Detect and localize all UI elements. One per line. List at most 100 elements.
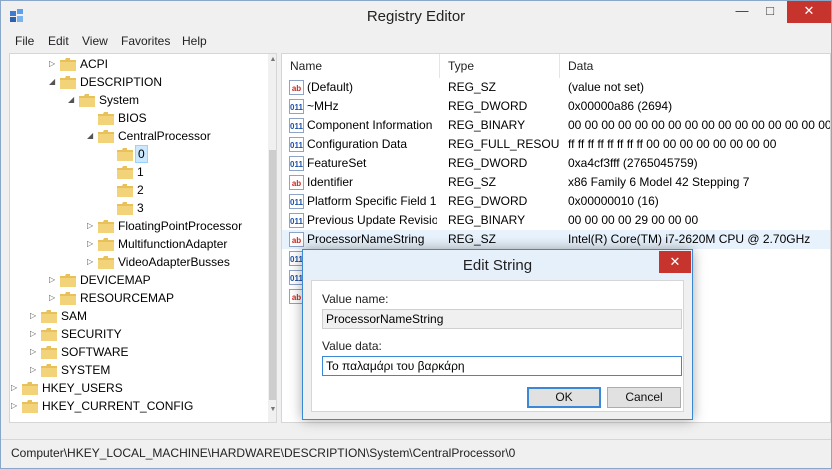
value-row[interactable]: 011 Configuration Data REG_FULL_RESOU... ff… bbox=[282, 135, 830, 154]
string-value-icon: ab bbox=[289, 80, 304, 95]
scroll-up-arrow-icon[interactable]: ▲ bbox=[268, 56, 276, 68]
value-row[interactable]: 011 ~MHz REG_DWORD 0x00000a86 (2694) bbox=[282, 97, 830, 116]
menu-favorites[interactable]: Favorites bbox=[121, 34, 170, 48]
folder-icon bbox=[41, 310, 57, 323]
tree-item-label: RESOURCEMAP bbox=[80, 291, 175, 305]
tree-item[interactable]: ◢ CentralProcessor bbox=[10, 127, 266, 145]
expand-arrow-icon[interactable]: ▷ bbox=[49, 55, 59, 73]
binary-value-icon: 011 bbox=[289, 213, 304, 228]
column-header-data[interactable]: Data bbox=[560, 54, 830, 78]
tree-item[interactable]: ▷ FloatingPointProcessor bbox=[10, 217, 266, 235]
folder-icon bbox=[79, 94, 95, 107]
expand-arrow-icon[interactable]: ▷ bbox=[30, 325, 40, 343]
folder-icon bbox=[98, 238, 114, 251]
value-type-cell: REG_BINARY bbox=[448, 118, 526, 132]
tree-item[interactable]: 0 bbox=[10, 145, 266, 163]
expand-arrow-icon[interactable]: ▷ bbox=[87, 217, 97, 235]
column-header-name[interactable]: Name bbox=[282, 54, 440, 78]
window-title: Registry Editor bbox=[366, 8, 466, 25]
tree-item-label: FloatingPointProcessor bbox=[118, 219, 243, 233]
key-tree-pane[interactable]: ▷ ACPI ◢ DESCRIPTION ◢ System BIOS ◢ CentralProc… bbox=[9, 53, 277, 423]
dialog-close-button[interactable]: ✕ bbox=[659, 251, 691, 273]
tree-item[interactable]: ▷ SYSTEM bbox=[10, 361, 266, 379]
close-button[interactable]: ✕ bbox=[787, 1, 831, 23]
folder-icon bbox=[117, 202, 133, 215]
value-type-cell: REG_DWORD bbox=[448, 194, 528, 208]
value-data-cell: ff ff ff ff ff ff ff ff 00 00 00 00 00 0… bbox=[568, 137, 777, 151]
expand-arrow-icon[interactable]: ▷ bbox=[30, 307, 40, 325]
folder-icon bbox=[117, 148, 133, 161]
folder-icon bbox=[22, 382, 38, 395]
tree-item-label: SYSTEM bbox=[61, 363, 111, 377]
dialog-title-bar[interactable]: Edit String ✕ bbox=[303, 250, 692, 280]
tree-item[interactable]: ▷ DEVICEMAP bbox=[10, 271, 266, 289]
binary-value-icon: 011 bbox=[289, 137, 304, 152]
expand-arrow-icon[interactable]: ▷ bbox=[30, 361, 40, 379]
value-type-cell: REG_SZ bbox=[448, 80, 497, 94]
folder-icon bbox=[60, 58, 76, 71]
tree-item[interactable]: ▷ RESOURCEMAP bbox=[10, 289, 266, 307]
value-type-cell: REG_SZ bbox=[448, 232, 497, 246]
value-data-cell: 00 00 00 00 00 00 00 00 00 00 00 00 00 0… bbox=[568, 118, 830, 132]
tree-item[interactable]: ▷ SECURITY bbox=[10, 325, 266, 343]
tree-item[interactable]: ◢ System bbox=[10, 91, 266, 109]
menu-view[interactable]: View bbox=[82, 34, 108, 48]
expand-arrow-icon[interactable]: ▷ bbox=[11, 397, 21, 415]
collapse-arrow-icon[interactable]: ◢ bbox=[87, 127, 97, 145]
collapse-arrow-icon[interactable]: ◢ bbox=[68, 91, 78, 109]
expand-arrow-icon[interactable]: ▷ bbox=[49, 271, 59, 289]
value-row[interactable]: 011 Platform Specific Field 1 REG_DWORD 0x0… bbox=[282, 192, 830, 211]
maximize-button[interactable]: □ bbox=[757, 1, 783, 23]
string-value-icon: ab bbox=[289, 175, 304, 190]
value-type-cell: REG_DWORD bbox=[448, 99, 528, 113]
tree-item-label: SAM bbox=[61, 309, 88, 323]
expand-arrow-icon[interactable]: ▷ bbox=[87, 253, 97, 271]
tree-item[interactable]: ▷ HKEY_CURRENT_CONFIG bbox=[10, 397, 266, 415]
expand-arrow-icon[interactable]: ▷ bbox=[87, 235, 97, 253]
value-data-cell: 0xa4cf3fff (2765045759) bbox=[568, 156, 698, 170]
folder-icon bbox=[60, 76, 76, 89]
tree-item[interactable]: 2 bbox=[10, 181, 266, 199]
folder-icon bbox=[98, 256, 114, 269]
tree-item[interactable]: ◢ DESCRIPTION bbox=[10, 73, 266, 91]
value-row[interactable]: 011 Previous Update Revision REG_BINARY 00 … bbox=[282, 211, 830, 230]
tree-item[interactable]: ▷ SOFTWARE bbox=[10, 343, 266, 361]
value-row[interactable]: ab (Default) REG_SZ (value not set) bbox=[282, 78, 830, 97]
menu-edit[interactable]: Edit bbox=[48, 34, 69, 48]
collapse-arrow-icon[interactable]: ◢ bbox=[49, 73, 59, 91]
value-row[interactable]: ab ProcessorNameString REG_SZ Intel(R) Core… bbox=[282, 230, 830, 249]
value-data-cell: 0x00000a86 (2694) bbox=[568, 99, 673, 113]
menu-file[interactable]: File bbox=[15, 34, 34, 48]
tree-item[interactable]: ▷ SAM bbox=[10, 307, 266, 325]
value-row[interactable]: 011 Component Information REG_BINARY 00 00 … bbox=[282, 116, 830, 135]
expand-arrow-icon[interactable]: ▷ bbox=[49, 289, 59, 307]
tree-item-label: 2 bbox=[137, 183, 144, 197]
tree-item[interactable]: BIOS bbox=[10, 109, 266, 127]
tree-item[interactable]: ▷ MultifunctionAdapter bbox=[10, 235, 266, 253]
value-name-field[interactable] bbox=[322, 309, 682, 329]
tree-item[interactable]: ▷ ACPI bbox=[10, 55, 266, 73]
tree-item[interactable]: ▷ VideoAdapterBusses bbox=[10, 253, 266, 271]
title-bar[interactable]: Registry Editor — □ ✕ bbox=[1, 1, 831, 31]
tree-item[interactable]: 3 bbox=[10, 199, 266, 217]
tree-item[interactable]: ▷ HKEY_USERS bbox=[10, 379, 266, 397]
scrollbar-thumb[interactable] bbox=[269, 150, 276, 400]
ok-button[interactable]: OK bbox=[527, 387, 601, 408]
expand-arrow-icon[interactable]: ▷ bbox=[30, 343, 40, 361]
tree-item[interactable]: 1 bbox=[10, 163, 266, 181]
column-header-type[interactable]: Type bbox=[440, 54, 560, 78]
value-row[interactable]: 011 FeatureSet REG_DWORD 0xa4cf3fff (276504… bbox=[282, 154, 830, 173]
value-data-field[interactable] bbox=[322, 356, 682, 376]
status-key-path: Computer\HKEY_LOCAL_MACHINE\HARDWARE\DES… bbox=[11, 446, 516, 460]
binary-value-icon: 011 bbox=[289, 99, 304, 114]
menu-help[interactable]: Help bbox=[182, 34, 207, 48]
value-name-cell: Platform Specific Field 1 bbox=[307, 194, 437, 208]
scroll-down-arrow-icon[interactable]: ▼ bbox=[268, 406, 276, 418]
tree-vertical-scrollbar[interactable]: ▲ ▼ bbox=[268, 54, 276, 422]
binary-value-icon: 011 bbox=[289, 156, 304, 171]
cancel-button[interactable]: Cancel bbox=[607, 387, 681, 408]
value-data-cell: (value not set) bbox=[568, 80, 645, 94]
minimize-button[interactable]: — bbox=[729, 1, 755, 23]
expand-arrow-icon[interactable]: ▷ bbox=[11, 379, 21, 397]
value-row[interactable]: ab Identifier REG_SZ x86 Family 6 Model 42 … bbox=[282, 173, 830, 192]
